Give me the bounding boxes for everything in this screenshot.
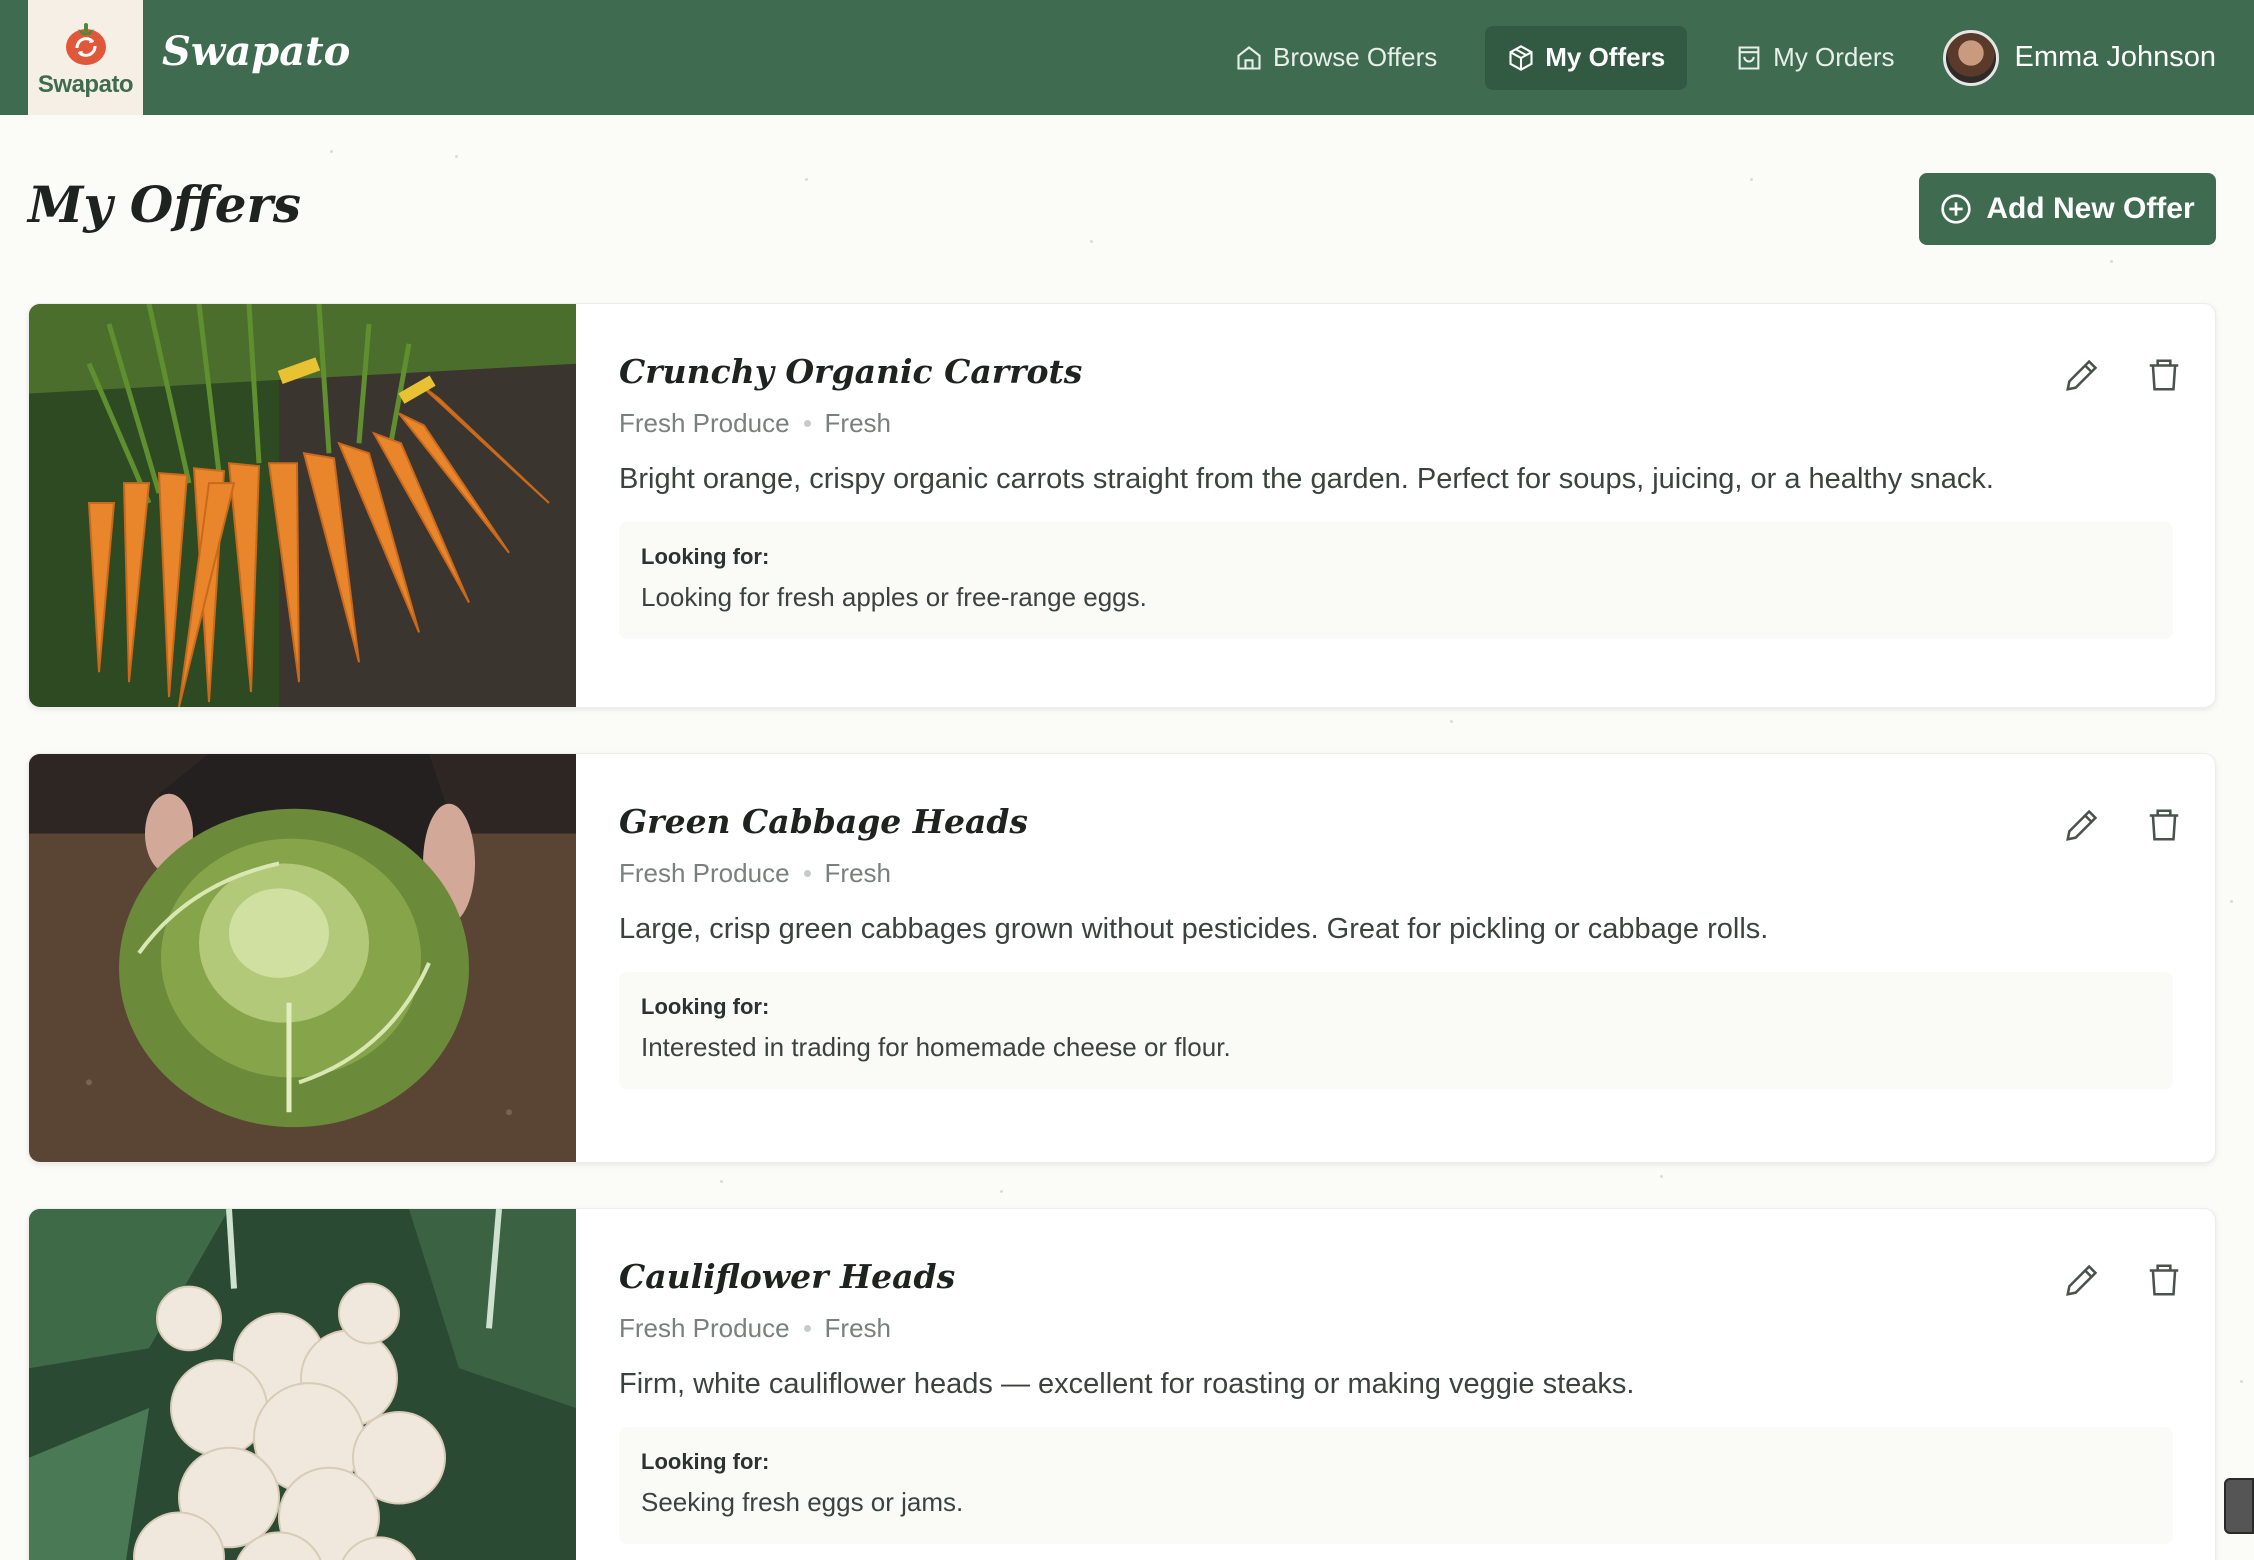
offer-meta: Fresh Produce Fresh [619, 858, 2173, 889]
offer-category: Fresh Produce [619, 408, 790, 438]
offer-card-body: Crunchy Organic Carrots Fresh Produce Fr… [619, 304, 2173, 639]
looking-for-box: Looking for: Looking for fresh apples or… [619, 522, 2173, 639]
offer-card: Cauliflower Heads Fresh Produce Fresh Fi… [28, 1208, 2216, 1560]
home-icon [1237, 45, 1261, 70]
add-new-offer-label: Add New Offer [1986, 192, 2195, 225]
shopping-bag-icon [1738, 45, 1760, 70]
looking-for-label: Looking for: [641, 994, 770, 1019]
nav-browse-offers[interactable]: Browse Offers [1213, 26, 1459, 90]
offer-card: Green Cabbage Heads Fresh Produce Fresh … [28, 753, 2216, 1163]
offer-description: Firm, white cauliflower heads — excellen… [619, 1368, 1635, 1400]
meta-separator-dot [803, 420, 811, 427]
looking-for-text: Looking for fresh apples or free-range e… [641, 582, 1147, 612]
offer-actions [2063, 806, 2183, 844]
brand-name[interactable]: Swapato [162, 28, 350, 75]
delete-trash-icon[interactable] [2145, 1261, 2183, 1299]
looking-for-label: Looking for: [641, 1449, 770, 1474]
offer-title: Green Cabbage Heads [619, 802, 1028, 841]
looking-for-box: Looking for: Seeking fresh eggs or jams. [619, 1427, 2173, 1544]
tomato-logo-icon [65, 22, 106, 65]
offer-description: Large, crisp green cabbages grown withou… [619, 913, 1769, 945]
scroll-widget[interactable] [2224, 1478, 2254, 1534]
meta-separator-dot [803, 870, 811, 877]
edit-pencil-icon[interactable] [2063, 806, 2101, 844]
top-navbar: Swapato Swapato Browse Offers My Offers … [0, 0, 2254, 115]
looking-for-text: Seeking fresh eggs or jams. [641, 1487, 964, 1517]
looking-for-box: Looking for: Interested in trading for h… [619, 972, 2173, 1089]
edit-pencil-icon[interactable] [2063, 1261, 2101, 1299]
user-menu[interactable]: Emma Johnson [1942, 29, 2217, 86]
nav-my-offers-label: My Offers [1545, 42, 1666, 72]
logo[interactable]: Swapato [28, 0, 143, 115]
nav-my-offers[interactable]: My Offers [1485, 25, 1688, 90]
package-icon [1509, 44, 1533, 71]
offer-card-body: Cauliflower Heads Fresh Produce Fresh Fi… [619, 1209, 2173, 1544]
nav-my-orders-label: My Orders [1773, 42, 1895, 72]
offer-category: Fresh Produce [619, 1313, 790, 1343]
offer-meta: Fresh Produce Fresh [619, 408, 2173, 439]
add-new-offer-button[interactable]: Add New Offer [1919, 173, 2216, 245]
offer-condition: Fresh [824, 1313, 891, 1343]
delete-trash-icon[interactable] [2145, 806, 2183, 844]
offer-actions [2063, 356, 2183, 394]
offer-actions [2063, 1261, 2183, 1299]
offer-image-carrots [29, 304, 576, 707]
looking-for-text: Interested in trading for homemade chees… [641, 1032, 1231, 1062]
offer-category: Fresh Produce [619, 858, 790, 888]
avatar [1942, 29, 1999, 86]
edit-pencil-icon[interactable] [2063, 356, 2101, 394]
meta-separator-dot [803, 1325, 811, 1332]
offer-condition: Fresh [824, 408, 891, 438]
plus-circle-icon [1941, 194, 1971, 224]
delete-trash-icon[interactable] [2145, 356, 2183, 394]
offer-title: Crunchy Organic Carrots [619, 352, 1083, 391]
main-nav: Browse Offers My Offers My Orders Emma J… [1213, 0, 2254, 115]
nav-my-orders[interactable]: My Orders [1713, 26, 1916, 90]
offer-card-body: Green Cabbage Heads Fresh Produce Fresh … [619, 754, 2173, 1089]
offer-meta: Fresh Produce Fresh [619, 1313, 2173, 1344]
offer-card: Crunchy Organic Carrots Fresh Produce Fr… [28, 303, 2216, 708]
page-title: My Offers [28, 175, 302, 234]
logo-text: Swapato [37, 70, 134, 98]
offer-description: Bright orange, crispy organic carrots st… [619, 463, 1994, 495]
nav-browse-offers-label: Browse Offers [1272, 42, 1438, 72]
offer-image-cabbage [29, 754, 576, 1162]
offer-title: Cauliflower Heads [619, 1257, 956, 1296]
offer-condition: Fresh [824, 858, 891, 888]
looking-for-label: Looking for: [641, 544, 770, 569]
user-name: Emma Johnson [2014, 41, 2217, 73]
offer-image-cauliflower [29, 1209, 576, 1560]
